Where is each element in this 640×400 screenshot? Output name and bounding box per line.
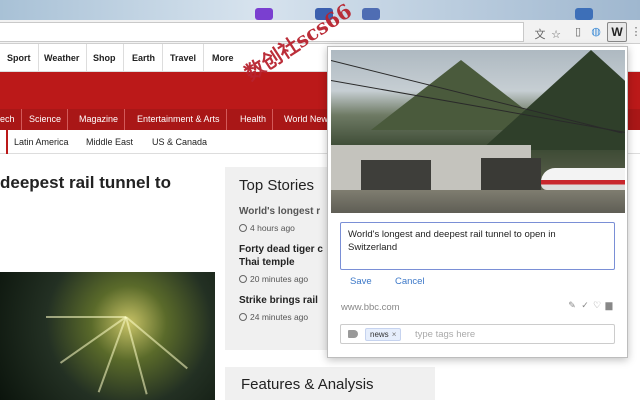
save-button[interactable]: Save [350,276,372,287]
remove-tag-icon[interactable]: × [392,330,397,339]
nav-sport[interactable]: Sport [0,44,39,72]
tunnel-portal-left [361,160,431,190]
cancel-button[interactable]: Cancel [395,276,425,287]
clock-icon [239,224,247,232]
nav-us-canada[interactable]: US & Canada [146,130,213,154]
image-light-ray [125,316,188,370]
desktop-icon-purple [255,8,273,20]
tags-field[interactable]: news × [340,324,615,344]
nav-shop[interactable]: Shop [86,44,124,72]
features-analysis-header: Features & Analysis [225,367,435,400]
nav-travel[interactable]: Travel [163,44,205,72]
tag-input[interactable] [415,327,605,342]
top-stories-panel: Top Stories World's longest r 4 hours ag… [225,167,335,350]
page-thumbnail [331,50,625,213]
tunnel-portal-right [481,158,541,190]
nav-weather[interactable]: Weather [37,44,88,72]
nav-tech[interactable]: ech [0,109,22,130]
nav-magazine[interactable]: Magazine [73,109,126,130]
story-link[interactable]: Strike brings rail [239,294,321,307]
bookmark-popup: World's longest and deepest rail tunnel … [327,46,628,358]
article-headline[interactable]: deepest rail tunnel to [0,172,220,194]
desktop-icon-blue-3 [575,8,593,20]
trash-icon[interactable]: ▆ [604,300,614,310]
image-light-ray [46,316,126,318]
nav-earth[interactable]: Earth [125,44,164,72]
extension-circle-icon[interactable]: ◍ [588,24,604,40]
bookmark-domain: www.bbc.com [341,302,400,313]
story-time: 24 minutes ago [239,312,321,322]
story-link[interactable]: World's longest r [239,205,321,218]
image-light-ray [125,316,148,395]
nav-health[interactable]: Health [234,109,274,130]
extension-w-button[interactable]: W [607,22,627,42]
nav-entertainment[interactable]: Entertainment & Arts [131,109,227,130]
nav-science[interactable]: Science [23,109,69,130]
pencil-icon[interactable]: ✎ [567,300,577,310]
menu-icon[interactable]: ⋮ [628,24,640,40]
train-shape [541,168,625,190]
story-link[interactable]: Forty dead tiger c Thai temple [239,243,323,269]
desktop-icon-blue-2 [362,8,380,20]
check-icon[interactable]: ✓ [580,300,590,310]
story-time: 20 minutes ago [239,274,321,284]
nav-latin-america[interactable]: Latin America [6,130,75,154]
top-stories-title: Top Stories [239,177,315,194]
tag-icon [348,330,358,338]
nav-middle-east[interactable]: Middle East [80,130,139,154]
translate-icon[interactable]: 文 [532,27,548,43]
nav-more[interactable]: More [205,44,241,72]
article-hero-image [0,272,215,400]
tag-chip[interactable]: news × [365,328,402,341]
clock-icon [239,313,247,321]
track-bed [331,190,625,213]
image-light-ray [97,316,127,393]
story-time: 4 hours ago [239,223,321,233]
extension-icon[interactable]: ▯ [570,24,586,40]
bookmark-note-textarea[interactable]: World's longest and deepest rail tunnel … [340,222,615,270]
clock-icon [239,275,247,283]
mountain-shape [481,50,625,150]
star-icon[interactable]: ☆ [548,27,564,43]
address-bar[interactable]: 文 ☆ [0,22,561,42]
heart-icon[interactable]: ♡ [592,300,602,310]
